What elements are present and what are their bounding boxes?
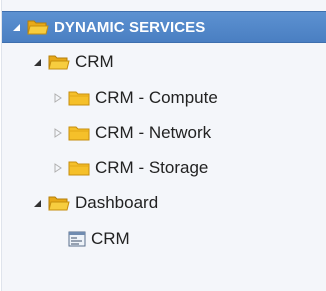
tree-node-dynamic-services[interactable]: DYNAMIC SERVICES [2, 11, 326, 43]
folder-icon [68, 159, 90, 177]
folder-open-icon [48, 53, 70, 71]
folder-open-icon [27, 18, 49, 36]
tree-node-label: Dashboard [75, 193, 159, 212]
tree-node-label: CRM - Storage [95, 158, 209, 177]
folder-open-icon [48, 194, 70, 212]
folder-icon [68, 89, 90, 107]
tree-node-crm-compute[interactable]: CRM - Compute [2, 82, 326, 114]
tree-node-crm-network[interactable]: CRM - Network [2, 117, 326, 149]
tree-node-label: CRM - Network [95, 123, 212, 142]
tree-node-crm-storage[interactable]: CRM - Storage [2, 152, 326, 184]
navigation-tree-panel: DYNAMIC SERVICES CRM CRM - Compute CRM -… [1, 0, 326, 291]
tree-node-label: CRM [91, 229, 130, 248]
expanded-arrow-icon[interactable] [32, 56, 44, 68]
expanded-arrow-icon[interactable] [11, 21, 23, 33]
tree-node-label: CRM - Compute [95, 88, 218, 107]
tree-node-label: CRM [75, 52, 114, 71]
tree-node-dashboard[interactable]: Dashboard [2, 187, 326, 219]
folder-icon [68, 124, 90, 142]
dashboard-document-icon [68, 231, 86, 247]
tree-node-dashboard-crm[interactable]: CRM [2, 223, 326, 255]
collapsed-arrow-icon[interactable] [52, 162, 64, 174]
collapsed-arrow-icon[interactable] [52, 92, 64, 104]
collapsed-arrow-icon[interactable] [52, 127, 64, 139]
tree-node-crm[interactable]: CRM [2, 46, 326, 78]
expanded-arrow-icon[interactable] [32, 197, 44, 209]
tree-node-label: DYNAMIC SERVICES [54, 18, 206, 36]
